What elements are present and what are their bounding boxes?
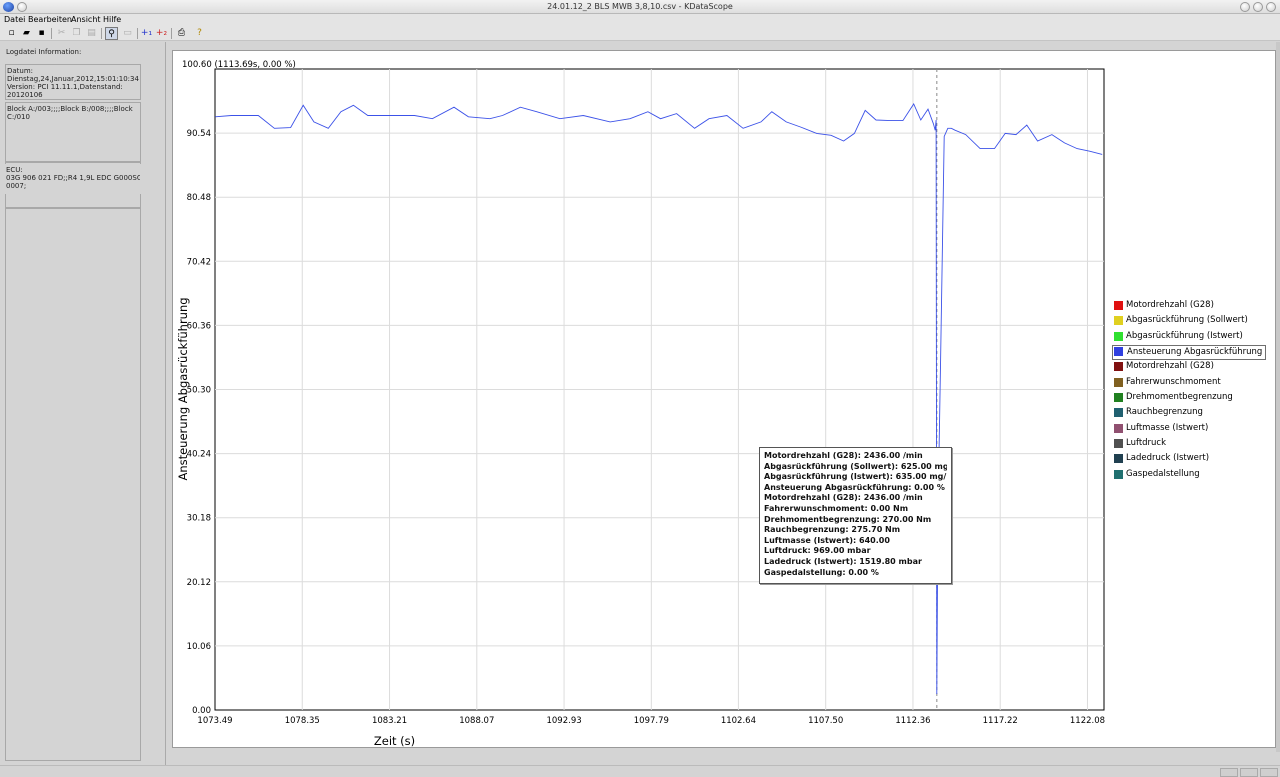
y-tick-label: 50.30	[187, 386, 211, 396]
legend-item[interactable]: Gaspedalstellung	[1112, 468, 1268, 483]
legend-swatch	[1114, 454, 1123, 464]
x-tick-label: 1107.50	[808, 716, 843, 726]
status-cell	[1240, 768, 1258, 777]
x-tick-label: 1112.36	[895, 716, 930, 726]
legend-item[interactable]: Ansteuerung Abgasrückführung	[1112, 345, 1266, 361]
legend-label: Rauchbegrenzung	[1126, 407, 1203, 418]
legend-swatch	[1114, 439, 1123, 449]
x-tick-label: 1117.22	[983, 716, 1018, 726]
status-cell	[1220, 768, 1238, 777]
x-tick-label: 1122.08	[1070, 716, 1105, 726]
legend-swatch	[1114, 347, 1123, 357]
legend-swatch	[1114, 377, 1123, 387]
x-tick-label: 1078.35	[285, 716, 320, 726]
legend-swatch	[1114, 423, 1123, 433]
x-tick-label: 1073.49	[197, 716, 232, 726]
y-tick-label: 30.18	[187, 514, 211, 524]
legend-item[interactable]: Fahrerwunschmoment	[1112, 376, 1268, 391]
tooltip-line: Motordrehzahl (G28): 2436.00 /min	[764, 493, 923, 503]
x-tick-label: 1097.79	[634, 716, 669, 726]
legend-label: Fahrerwunschmoment	[1126, 376, 1221, 387]
y-axis-label: Ansteuerung Abgasrückführung	[176, 297, 190, 480]
y-tick-label: 0.00	[192, 706, 211, 716]
legend-label: Gaspedalstellung	[1126, 468, 1200, 479]
y-tick-label: 10.06	[187, 642, 211, 652]
status-bar	[0, 765, 1280, 777]
legend-item[interactable]: Motordrehzahl (G28)	[1112, 360, 1268, 375]
cursor-value-tooltip: Motordrehzahl (G28): 2436.00 /min Abgasrü…	[759, 447, 952, 584]
legend-swatch	[1114, 393, 1123, 403]
tooltip-line: Luftdruck: 969.00 mbar	[764, 546, 871, 556]
legend-label: Luftmasse (Istwert)	[1126, 422, 1209, 433]
tooltip-line: Luftmasse (Istwert): 640.00	[764, 535, 890, 545]
y-tick-label: 40.24	[187, 450, 211, 460]
tooltip-line: Drehmomentbegrenzung: 270.00 Nm	[764, 514, 932, 524]
tooltip-line: Fahrerwunschmoment: 0.00 Nm	[764, 503, 909, 513]
x-tick-label: 1083.21	[372, 716, 407, 726]
cursor-readout: 100.60 (1113.69s, 0.00 %)	[182, 60, 296, 70]
legend-item[interactable]: Drehmomentbegrenzung	[1112, 391, 1268, 406]
tooltip-line: Motordrehzahl (G28): 2436.00 /min	[764, 451, 923, 460]
legend-item[interactable]: Abgasrückführung (Sollwert)	[1112, 314, 1268, 329]
legend-item[interactable]: Abgasrückführung (Istwert)	[1112, 330, 1268, 345]
legend-item[interactable]: Rauchbegrenzung	[1112, 406, 1268, 421]
legend-swatch	[1114, 331, 1123, 341]
legend-swatch	[1114, 362, 1123, 372]
tooltip-line: Abgasrückführung (Istwert): 635.00 mg/H	[764, 472, 947, 482]
legend-swatch	[1114, 469, 1123, 479]
status-cell	[1260, 768, 1278, 777]
tooltip-line: Abgasrückführung (Sollwert): 625.00 mg/H	[764, 461, 947, 471]
legend-label: Motordrehzahl (G28)	[1126, 300, 1214, 310]
y-tick-label: 90.54	[187, 129, 211, 139]
y-tick-label: 70.42	[187, 257, 211, 267]
chart-svg[interactable]: 0.00 10.06 20.12 30.18 40.24 50.30 60.36 70.42 8…	[0, 0, 1280, 777]
x-tick-label: 1102.64	[721, 716, 756, 726]
tooltip-line: Rauchbegrenzung: 275.70 Nm	[764, 525, 901, 535]
x-tick-label: 1088.07	[459, 716, 494, 726]
tooltip-line: Ansteuerung Abgasrückführung: 0.00 %	[764, 482, 945, 492]
right-scrollbar[interactable]	[1276, 42, 1280, 752]
y-tick-label: 80.48	[187, 193, 211, 203]
tooltip-line: Gaspedalstellung: 0.00 %	[764, 567, 879, 577]
x-tick-label: 1092.93	[546, 716, 581, 726]
legend-label: Ansteuerung Abgasrückführung	[1127, 347, 1263, 358]
legend-item[interactable]: Ladedruck (Istwert)	[1112, 452, 1268, 467]
legend-label: Drehmomentbegrenzung	[1126, 392, 1233, 403]
legend-item[interactable]: Luftmasse (Istwert)	[1112, 422, 1268, 437]
legend-item[interactable]: Luftdruck	[1112, 437, 1268, 452]
legend: Motordrehzahl (G28) Abgasrückführung (Sol…	[1112, 299, 1268, 483]
tooltip-line: Ladedruck (Istwert): 1519.80 mbar	[764, 556, 922, 566]
legend-label: Ladedruck (Istwert)	[1126, 453, 1210, 464]
y-tick-label: 20.12	[187, 578, 211, 588]
legend-label: Motordrehzahl (G28)	[1126, 361, 1214, 372]
y-tick-label: 60.36	[187, 321, 211, 331]
legend-swatch	[1114, 301, 1123, 310]
legend-swatch	[1114, 316, 1123, 326]
legend-label: Abgasrückführung (Istwert)	[1126, 330, 1243, 341]
legend-swatch	[1114, 408, 1123, 418]
legend-label: Abgasrückführung (Sollwert)	[1126, 315, 1248, 326]
legend-item[interactable]: Motordrehzahl (G28)	[1112, 299, 1268, 314]
x-axis-label: Zeit (s)	[374, 734, 415, 748]
legend-label: Luftdruck	[1126, 438, 1167, 449]
